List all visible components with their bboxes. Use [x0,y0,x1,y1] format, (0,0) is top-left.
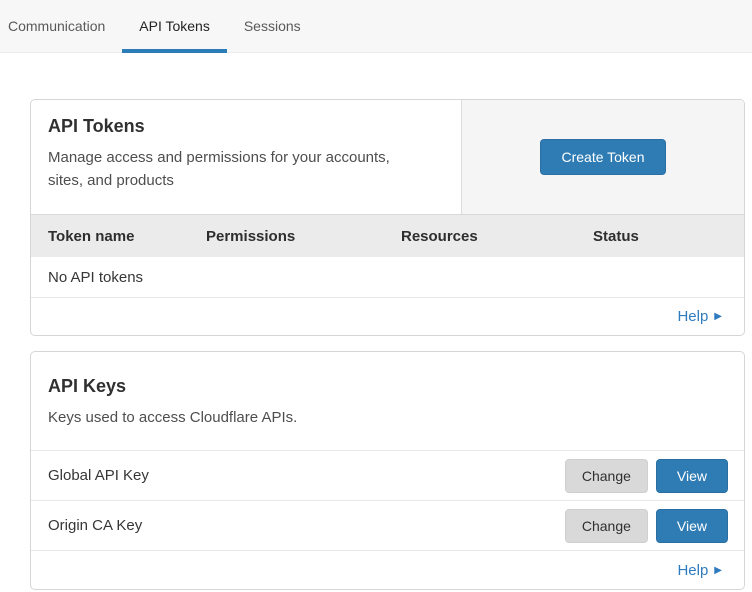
tab-api-tokens[interactable]: API Tokens [122,0,227,52]
api-tokens-card-title: API Tokens [48,116,441,137]
tokens-table-header: Token name Permissions Resources Status [31,214,744,257]
view-origin-ca-key-button[interactable]: View [656,509,728,543]
column-header-token-name: Token name [48,228,206,245]
tokens-empty-message: No API tokens [48,269,143,286]
api-keys-card-description: Keys used to access Cloudflare APIs. [48,406,428,429]
tab-sessions[interactable]: Sessions [227,0,318,52]
help-arrow-icon: ▶ [714,311,722,322]
tokens-empty-row: No API tokens [31,257,744,298]
tab-bar: Communication API Tokens Sessions [0,0,752,53]
api-tokens-card-header: API Tokens Manage access and permissions… [31,100,744,214]
api-key-label: Global API Key [48,467,565,484]
keys-card-footer: Help ▶ [31,550,744,589]
keys-help-link[interactable]: Help ▶ [677,562,722,579]
tokens-help-link-label: Help [677,308,708,325]
view-global-api-key-button[interactable]: View [656,459,728,493]
column-header-permissions: Permissions [206,228,401,245]
column-header-status: Status [593,228,744,245]
change-origin-ca-key-button[interactable]: Change [565,509,648,543]
api-tokens-card-action-panel: Create Token [461,100,744,214]
tab-communication[interactable]: Communication [0,0,122,52]
api-tokens-card-description: Manage access and permissions for your a… [48,146,428,193]
create-token-button[interactable]: Create Token [540,139,665,175]
tokens-card-footer: Help ▶ [31,298,744,335]
help-arrow-icon: ▶ [714,565,722,576]
api-tokens-card-header-text: API Tokens Manage access and permissions… [31,100,461,214]
api-keys-card-header: API Keys Keys used to access Cloudflare … [31,352,744,450]
api-key-row-origin-ca: Origin CA Key Change View [31,500,744,550]
api-key-row-global: Global API Key Change View [31,450,744,500]
api-key-label: Origin CA Key [48,517,565,534]
api-keys-card: API Keys Keys used to access Cloudflare … [30,351,745,590]
keys-help-link-label: Help [677,562,708,579]
change-global-api-key-button[interactable]: Change [565,459,648,493]
tokens-help-link[interactable]: Help ▶ [677,308,722,325]
column-header-resources: Resources [401,228,593,245]
api-keys-card-title: API Keys [48,376,727,397]
api-tokens-card: API Tokens Manage access and permissions… [30,99,745,336]
